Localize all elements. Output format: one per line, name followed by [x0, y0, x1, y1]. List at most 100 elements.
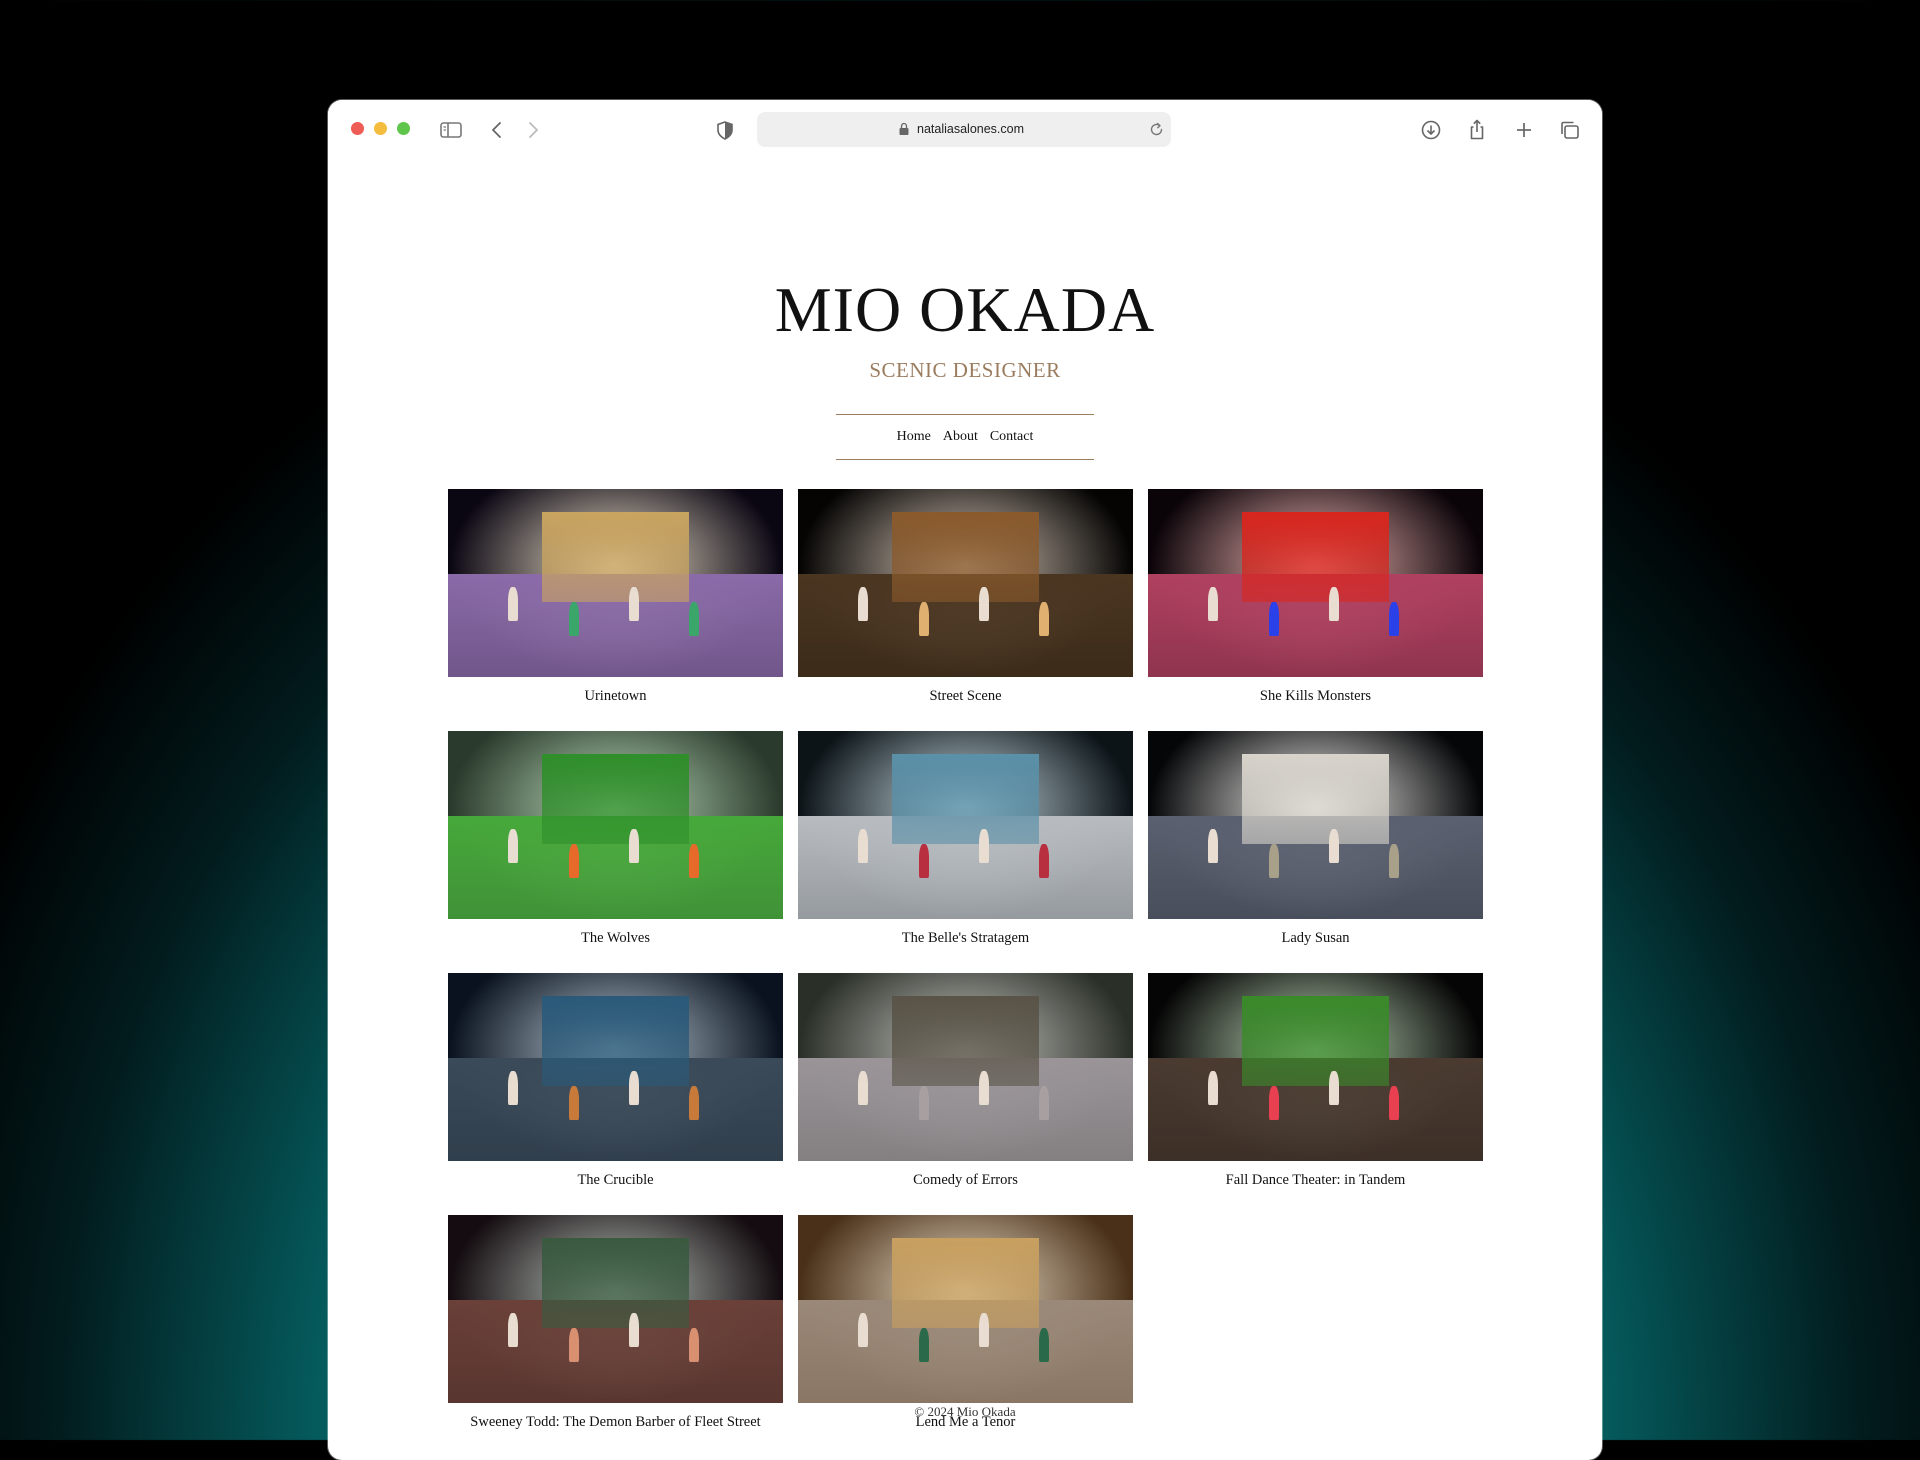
production-photo[interactable] — [1148, 489, 1483, 677]
actor-figure — [918, 1327, 929, 1362]
actor-figure — [1389, 843, 1400, 878]
actor-figure — [858, 1312, 869, 1347]
actor-figure — [1268, 843, 1279, 878]
production-photo[interactable] — [448, 1215, 783, 1403]
set-piece — [891, 511, 1040, 602]
actor-figure — [508, 586, 519, 621]
production-title[interactable]: The Wolves — [448, 919, 783, 957]
downloads-icon[interactable] — [1418, 118, 1444, 142]
set-piece — [1241, 995, 1390, 1086]
production-gallery: Urinetown Street Scene She Kills Monsters T… — [448, 489, 1483, 1441]
footer-copyright: © 2024 Mio Okada — [914, 1404, 1016, 1419]
close-window-button[interactable] — [351, 122, 364, 135]
production-card[interactable]: Comedy of Errors — [798, 973, 1133, 1199]
actor-figure — [978, 828, 989, 863]
site-title[interactable]: MIO OKADA — [328, 278, 1602, 342]
production-card[interactable]: She Kills Monsters — [1148, 489, 1483, 715]
privacy-shield-icon[interactable] — [712, 118, 738, 142]
forward-arrow-icon[interactable] — [520, 118, 546, 142]
actor-figure — [1039, 843, 1050, 878]
production-photo[interactable] — [1148, 731, 1483, 919]
actor-figure — [1328, 1070, 1339, 1105]
production-title[interactable]: Lady Susan — [1148, 919, 1483, 957]
actor-figure — [858, 1070, 869, 1105]
actor-figure — [1328, 828, 1339, 863]
set-piece — [891, 1237, 1040, 1328]
production-card[interactable]: The Wolves — [448, 731, 783, 957]
set-piece — [891, 753, 1040, 844]
actor-figure — [918, 601, 929, 636]
production-card[interactable]: Lady Susan — [1148, 731, 1483, 957]
set-piece — [541, 1237, 690, 1328]
actor-figure — [568, 601, 579, 636]
site-subtitle: SCENIC DESIGNER — [869, 358, 1061, 382]
new-tab-plus-icon[interactable] — [1511, 118, 1537, 142]
production-title[interactable]: Street Scene — [798, 677, 1133, 715]
actor-figure — [1268, 1085, 1279, 1120]
lock-icon — [899, 122, 909, 135]
actor-figure — [628, 1312, 639, 1347]
actor-figure — [508, 1070, 519, 1105]
production-photo[interactable] — [448, 973, 783, 1161]
production-title[interactable]: Comedy of Errors — [798, 1161, 1133, 1199]
actor-figure — [689, 1327, 700, 1362]
production-card[interactable]: Urinetown — [448, 489, 783, 715]
actor-figure — [1208, 586, 1219, 621]
back-arrow-icon[interactable] — [484, 118, 510, 142]
actor-figure — [1039, 601, 1050, 636]
production-photo[interactable] — [798, 731, 1133, 919]
actor-figure — [918, 843, 929, 878]
sidebar-toggle-icon[interactable] — [438, 118, 464, 142]
actor-figure — [568, 843, 579, 878]
production-card[interactable]: Fall Dance Theater: in Tandem — [1148, 973, 1483, 1199]
address-bar[interactable]: nataliasalones.com — [757, 112, 1171, 147]
tab-overview-icon[interactable] — [1557, 118, 1583, 142]
browser-toolbar: nataliasalones.com — [328, 100, 1602, 164]
production-photo[interactable] — [448, 731, 783, 919]
actor-figure — [628, 1070, 639, 1105]
reload-icon[interactable] — [1148, 121, 1165, 138]
production-photo[interactable] — [798, 489, 1133, 677]
nav-home-link[interactable]: Home — [897, 429, 931, 445]
production-title[interactable]: The Crucible — [448, 1161, 783, 1199]
actor-figure — [1389, 1085, 1400, 1120]
actor-figure — [508, 1312, 519, 1347]
url-text: nataliasalones.com — [917, 122, 1025, 136]
web-page: MIO OKADA SCENIC DESIGNER Home About Con… — [328, 164, 1602, 1460]
minimize-window-button[interactable] — [374, 122, 387, 135]
production-photo[interactable] — [798, 973, 1133, 1161]
actor-figure — [568, 1327, 579, 1362]
actor-figure — [508, 828, 519, 863]
production-title[interactable]: Fall Dance Theater: in Tandem — [1148, 1161, 1483, 1199]
actor-figure — [858, 586, 869, 621]
set-piece — [541, 753, 690, 844]
nav-about-link[interactable]: About — [943, 429, 978, 445]
nav-contact-link[interactable]: Contact — [990, 429, 1034, 445]
actor-figure — [858, 828, 869, 863]
actor-figure — [689, 601, 700, 636]
set-piece — [541, 511, 690, 602]
set-piece — [1241, 753, 1390, 844]
actor-figure — [1039, 1085, 1050, 1120]
actor-figure — [978, 1312, 989, 1347]
production-card[interactable]: Street Scene — [798, 489, 1133, 715]
production-card[interactable]: The Belle's Stratagem — [798, 731, 1133, 957]
production-card[interactable]: The Crucible — [448, 973, 783, 1199]
actor-figure — [1208, 1070, 1219, 1105]
main-nav: Home About Contact — [836, 414, 1094, 460]
set-piece — [541, 995, 690, 1086]
production-photo[interactable] — [1148, 973, 1483, 1161]
actor-figure — [918, 1085, 929, 1120]
actor-figure — [689, 1085, 700, 1120]
actor-figure — [978, 586, 989, 621]
zoom-window-button[interactable] — [397, 122, 410, 135]
production-photo[interactable] — [798, 1215, 1133, 1403]
production-title[interactable]: Urinetown — [448, 677, 783, 715]
actor-figure — [628, 586, 639, 621]
share-icon[interactable] — [1464, 118, 1490, 142]
production-photo[interactable] — [448, 489, 783, 677]
production-title[interactable]: She Kills Monsters — [1148, 677, 1483, 715]
production-title[interactable]: The Belle's Stratagem — [798, 919, 1133, 957]
actor-figure — [1268, 601, 1279, 636]
actor-figure — [978, 1070, 989, 1105]
